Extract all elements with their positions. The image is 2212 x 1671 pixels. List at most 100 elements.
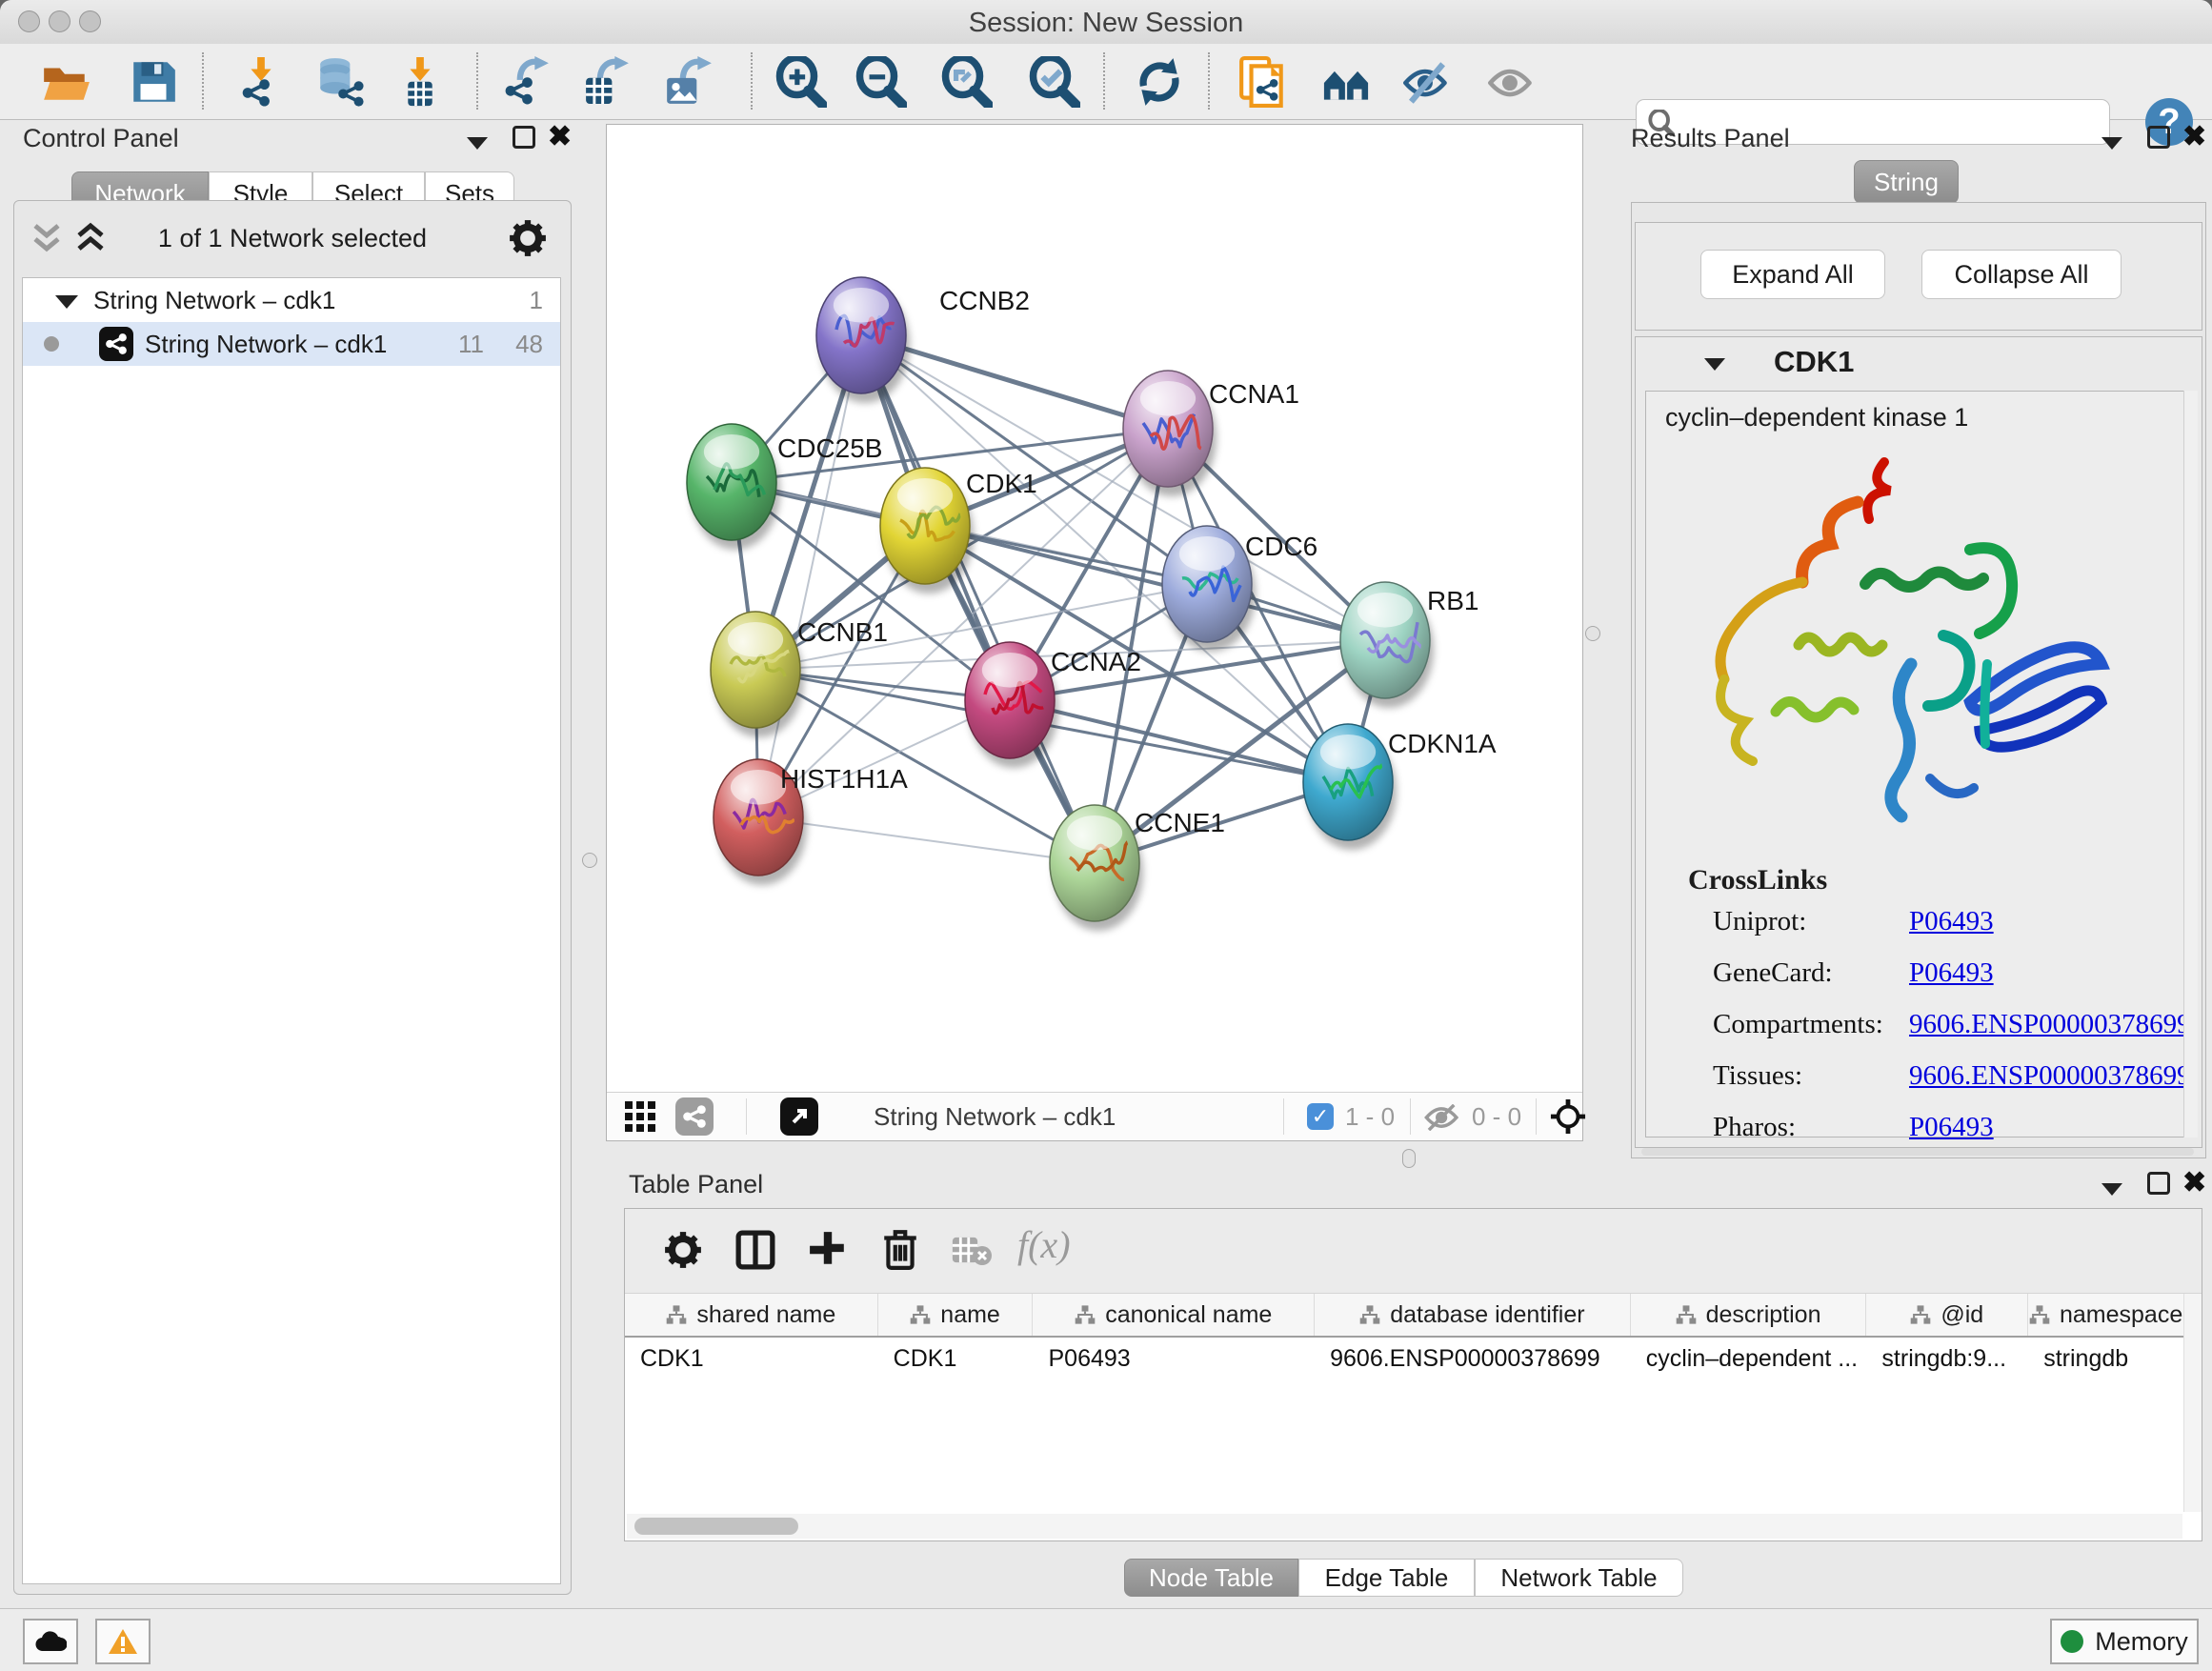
status-bar: Memory xyxy=(0,1608,2212,1671)
bottom-splitter-grip[interactable] xyxy=(1402,1149,1416,1168)
cloud-button[interactable] xyxy=(23,1619,78,1664)
table-cell[interactable]: 9606.ENSP00000378699 xyxy=(1315,1338,1631,1379)
table-panel-close-icon[interactable]: ✖ xyxy=(2182,1166,2206,1199)
import-table-icon[interactable] xyxy=(394,56,446,108)
hide-selected-icon[interactable] xyxy=(1401,56,1453,108)
selected-nodes-checkbox[interactable]: ✓ xyxy=(1307,1103,1334,1130)
node-label-CDK1: CDK1 xyxy=(966,469,1037,498)
save-session-icon[interactable] xyxy=(128,56,179,108)
table-panel-collapse-icon[interactable] xyxy=(2101,1176,2122,1202)
new-network-from-selection-icon[interactable] xyxy=(1237,56,1289,108)
export-table-icon[interactable] xyxy=(580,56,632,108)
control-panel-collapse-icon[interactable] xyxy=(467,130,488,156)
table-header-row[interactable]: shared namenamecanonical namedatabase id… xyxy=(625,1294,2184,1338)
network-row[interactable]: String Network – cdk1 11 48 xyxy=(23,322,560,366)
expand-all-button[interactable]: Expand All xyxy=(1700,250,1885,299)
import-network-database-icon[interactable] xyxy=(315,56,367,108)
table-cell[interactable]: stringdb:9... xyxy=(1866,1338,2028,1379)
results-panel-close-icon[interactable]: ✖ xyxy=(2182,120,2206,153)
column-header-name[interactable]: name xyxy=(878,1294,1034,1336)
collection-expander-icon[interactable] xyxy=(55,286,78,315)
export-image-icon[interactable] xyxy=(663,56,714,108)
export-network-icon[interactable] xyxy=(500,56,552,108)
zoom-out-icon[interactable] xyxy=(855,56,907,108)
edge-HIST1H1A-CCNE1[interactable] xyxy=(758,817,1095,863)
network-icon xyxy=(99,327,133,361)
node-RB1[interactable]: RB1 xyxy=(1340,582,1478,708)
zoom-in-icon[interactable] xyxy=(775,56,827,108)
node-CCNB2[interactable]: CCNB2 xyxy=(816,277,1030,403)
right-splitter-grip[interactable] xyxy=(1585,626,1600,641)
delete-table-icon xyxy=(951,1236,993,1266)
table-cell[interactable]: P06493 xyxy=(1033,1338,1315,1379)
crosslink-label: Uniprot: xyxy=(1713,906,1806,937)
column-header-shared-name[interactable]: shared name xyxy=(625,1294,878,1336)
crosslink-value-link[interactable]: P06493 xyxy=(1909,906,1994,937)
results-tab-string[interactable]: String xyxy=(1854,160,1959,204)
open-file-icon[interactable] xyxy=(40,56,91,108)
node-HIST1H1A[interactable]: HIST1H1A xyxy=(714,759,908,885)
protein-section-collapse-icon[interactable] xyxy=(1704,358,1725,371)
table-cell[interactable]: stringdb xyxy=(2028,1338,2184,1379)
table-cell[interactable]: cyclin–dependent ... xyxy=(1631,1338,1867,1379)
network-collection-row[interactable]: String Network – cdk1 1 xyxy=(23,278,560,322)
results-panel-float-icon[interactable] xyxy=(2147,126,2170,155)
control-panel-float-icon[interactable] xyxy=(513,126,535,155)
results-vertical-scrollbar[interactable] xyxy=(2183,391,2198,1137)
zoom-selected-icon[interactable] xyxy=(1029,56,1080,108)
network-share-view-icon[interactable] xyxy=(675,1097,714,1136)
zoom-fit-icon[interactable] xyxy=(941,56,993,108)
column-header--id[interactable]: @id xyxy=(1866,1294,2028,1336)
first-neighbors-icon[interactable] xyxy=(1320,56,1372,108)
application-window: Session: New Session xyxy=(0,0,2212,1671)
node-CCNE1[interactable]: CCNE1 xyxy=(1050,805,1225,931)
column-header-canonical-name[interactable]: canonical name xyxy=(1033,1294,1315,1336)
delete-column-icon[interactable] xyxy=(880,1228,920,1270)
warnings-button[interactable] xyxy=(95,1619,151,1664)
show-columns-icon[interactable] xyxy=(735,1230,775,1270)
tab-edge-table[interactable]: Edge Table xyxy=(1298,1559,1475,1597)
import-network-file-icon[interactable] xyxy=(235,56,287,108)
node-CDC6[interactable]: CDC6 xyxy=(1162,526,1317,652)
netbar-separator xyxy=(746,1098,747,1135)
add-column-icon[interactable] xyxy=(808,1230,848,1270)
control-panel-close-icon[interactable]: ✖ xyxy=(548,120,572,153)
node-CDC25B[interactable]: CDC25B xyxy=(687,424,882,550)
netbar-separator xyxy=(1536,1098,1537,1135)
table-cell[interactable]: CDK1 xyxy=(625,1338,878,1379)
tab-node-table[interactable]: Node Table xyxy=(1124,1559,1298,1597)
table-settings-gear-icon[interactable] xyxy=(663,1230,703,1270)
node-CCNA1[interactable]: CCNA1 xyxy=(1123,371,1299,496)
column-header-database-identifier[interactable]: database identifier xyxy=(1315,1294,1631,1336)
crosslink-value-link[interactable]: 9606.ENSP00000378699 xyxy=(1909,1060,2191,1092)
column-type-icon xyxy=(910,1304,931,1325)
left-splitter-grip[interactable] xyxy=(582,853,597,868)
scrollbar-thumb[interactable] xyxy=(634,1518,798,1535)
node-CDKN1A[interactable]: CDKN1A xyxy=(1303,724,1497,850)
tab-network-table[interactable]: Network Table xyxy=(1475,1559,1683,1597)
show-all-icon[interactable] xyxy=(1486,56,1538,108)
edge-CCNB2-HIST1H1A[interactable] xyxy=(758,335,861,817)
refresh-icon[interactable] xyxy=(1134,56,1185,108)
table-vertical-scrollbar[interactable] xyxy=(2183,1294,2202,1512)
crosslink-value-link[interactable]: P06493 xyxy=(1909,957,1994,989)
column-header-namespace[interactable]: namespace xyxy=(2028,1294,2184,1336)
network-edge-count: 48 xyxy=(515,330,543,359)
grid-view-icon[interactable] xyxy=(624,1100,656,1133)
open-in-browser-icon[interactable] xyxy=(780,1097,818,1136)
network-graph-canvas[interactable]: CCNB2CCNA1CDC25BCDK1CDC6RB1CCNB1CCNA2CDK… xyxy=(607,125,1582,1093)
table-row[interactable]: CDK1CDK1P064939606.ENSP00000378699cyclin… xyxy=(625,1338,2184,1379)
birds-eye-crosshair-icon[interactable] xyxy=(1550,1098,1586,1135)
control-panel-gear-icon[interactable] xyxy=(508,218,548,258)
memory-button[interactable]: Memory xyxy=(2050,1619,2199,1664)
table-panel-tabs: Node TableEdge TableNetwork Table xyxy=(1124,1559,1683,1597)
column-header-description[interactable]: description xyxy=(1631,1294,1867,1336)
table-horizontal-scrollbar[interactable] xyxy=(627,1514,2182,1539)
results-horizontal-scrollbar[interactable] xyxy=(1641,1148,2194,1156)
crosslink-value-link[interactable]: 9606.ENSP00000378699 xyxy=(1909,1009,2191,1040)
collapse-all-button[interactable]: Collapse All xyxy=(1921,250,2122,299)
table-panel-float-icon[interactable] xyxy=(2147,1172,2170,1201)
crosslink-value-link[interactable]: P06493 xyxy=(1909,1112,1994,1143)
table-cell[interactable]: CDK1 xyxy=(878,1338,1034,1379)
results-panel-collapse-icon[interactable] xyxy=(2101,130,2122,156)
